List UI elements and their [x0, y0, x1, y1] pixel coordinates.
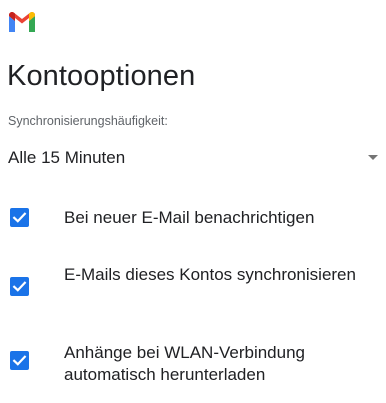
option-notify-new-mail[interactable]: Bei neuer E-Mail benachrichtigen [0, 202, 386, 232]
option-label: Anhänge bei WLAN-Verbindung automatisch … [64, 343, 305, 384]
checkbox-sync-account[interactable] [10, 277, 29, 296]
checkbox-auto-download-attachments[interactable] [10, 351, 29, 370]
option-label: E-Mails dieses Kontos synchronisieren [64, 265, 356, 284]
sync-frequency-label: Synchronisierungshäufigkeit: [8, 114, 168, 128]
checkmark-icon [12, 212, 27, 223]
option-label: Bei neuer E-Mail benachrichtigen [64, 208, 315, 227]
option-auto-download-attachments[interactable]: Anhänge bei WLAN-Verbindung automatisch … [0, 340, 386, 388]
option-sync-account[interactable]: E-Mails dieses Kontos synchronisieren [0, 262, 386, 310]
page-title: Kontooptionen [7, 60, 196, 92]
dropdown-arrow-icon [368, 155, 378, 160]
checkmark-icon [12, 281, 27, 292]
sync-frequency-dropdown[interactable]: Alle 15 Minuten [0, 140, 386, 176]
checkmark-icon [12, 355, 27, 366]
checkbox-notify-new-mail[interactable] [10, 208, 29, 227]
gmail-logo-icon [9, 12, 35, 32]
sync-frequency-value: Alle 15 Minuten [8, 148, 126, 167]
